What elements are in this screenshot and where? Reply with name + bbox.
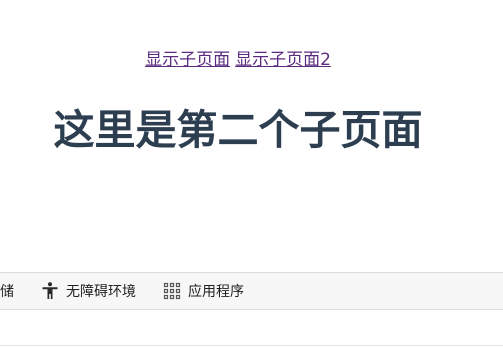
bottom-toolbar: 存储 无障碍环境 <box>0 272 503 310</box>
toolbar-item-apps-label: 应用程序 <box>188 284 244 300</box>
toolbar-item-accessibility[interactable]: 无障碍环境 <box>40 273 136 309</box>
toolbar-item-storage-label: 存储 <box>0 284 14 300</box>
toolbar-item-storage[interactable]: 存储 <box>0 273 14 309</box>
toolbar-item-apps[interactable]: 应用程序 <box>162 273 244 309</box>
page-heading: 这里是第二个子页面 <box>53 106 423 154</box>
bottom-divider <box>0 345 503 346</box>
show-subpage-2-link[interactable]: 显示子页面2 <box>235 50 331 70</box>
nav-links: 显示子页面 显示子页面2 <box>0 49 476 71</box>
accessibility-icon <box>40 281 60 301</box>
show-subpage-link[interactable]: 显示子页面 <box>145 50 230 70</box>
toolbar-item-accessibility-label: 无障碍环境 <box>66 284 136 300</box>
apps-grid-icon <box>162 281 182 301</box>
webview-content: 显示子页面 显示子页面2 这里是第二个子页面 <box>0 0 476 272</box>
bottom-panel <box>0 310 503 348</box>
page: 显示子页面显示子页面2 这里是第二个子页面 存储 无障碍环境 <box>0 0 503 348</box>
